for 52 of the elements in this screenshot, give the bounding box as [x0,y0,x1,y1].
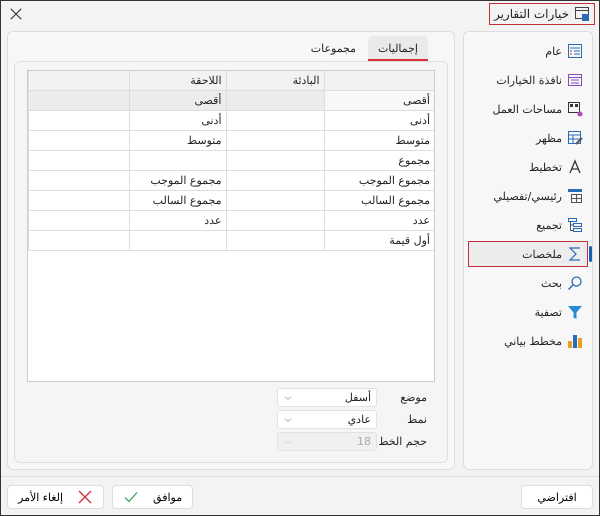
sidebar-item[interactable]: تجميع [468,212,588,238]
list-icon [567,43,583,59]
table-edit-icon [567,130,583,146]
table-cell: أقصى [324,90,434,110]
table-cell: أدنى [129,110,226,130]
close-icon [77,489,94,505]
table-cell: مجموع السالب [129,190,226,210]
table-cell: عدد [129,210,226,230]
sidebar-item[interactable]: مساحات العمل [468,96,588,122]
dropdown[interactable]: عادي [277,410,377,429]
bar-chart-icon [567,333,583,349]
table-cell: أول قيمة [324,230,434,250]
sidebar-item[interactable]: رئيسي/تفصيلي [468,183,588,209]
cancel-button[interactable]: إلغاء الأمر [7,485,104,509]
table-cell: متوسط [324,130,434,150]
field-label: موضع [399,391,428,404]
table-cell: مجموع [324,150,434,170]
sidebar-item[interactable]: بحث [468,270,588,296]
sidebar-item[interactable]: مخطط بياني [468,328,588,354]
table-cell: عدد [324,210,434,230]
tab[interactable]: مجموعات [300,36,366,61]
table-cell: أقصى [129,90,226,110]
selection-indicator [589,246,592,262]
search-icon [567,275,583,291]
table-cell: أدنى [324,110,434,130]
table-cell: مجموع الموجب [324,170,434,190]
font-icon [567,159,583,175]
default-button[interactable]: افتراضي [521,485,593,509]
dropdown[interactable]: أسفل [277,388,377,407]
column-header: البادئة [226,71,324,90]
window-icon [567,72,583,88]
table-cell: مجموع الموجب [129,170,226,190]
workspace-icon [567,101,583,117]
sidebar-item[interactable]: تخطيط [468,154,588,180]
table-cell: متوسط [129,130,226,150]
sidebar-item[interactable]: نافذة الخيارات [468,67,588,93]
tab[interactable]: إجماليات [368,36,428,61]
window-title: خيارات التقارير [488,3,595,25]
close-icon [9,7,23,21]
master-detail-icon [567,188,583,204]
report-options-icon [574,6,590,22]
sidebar-item[interactable]: عام [468,38,588,64]
field-label: حجم الخط [377,435,428,448]
grouping-icon [567,217,583,233]
ok-button[interactable]: موافق [112,485,194,509]
table-cell: مجموع السالب [324,190,434,210]
column-header: اللاحقة [129,71,226,90]
filter-icon [567,304,583,320]
sigma-icon [567,246,583,262]
field-label: نمط [406,413,428,426]
sidebar-item[interactable]: مظهر [468,125,588,151]
sidebar-item[interactable]: تصفية [468,299,588,325]
